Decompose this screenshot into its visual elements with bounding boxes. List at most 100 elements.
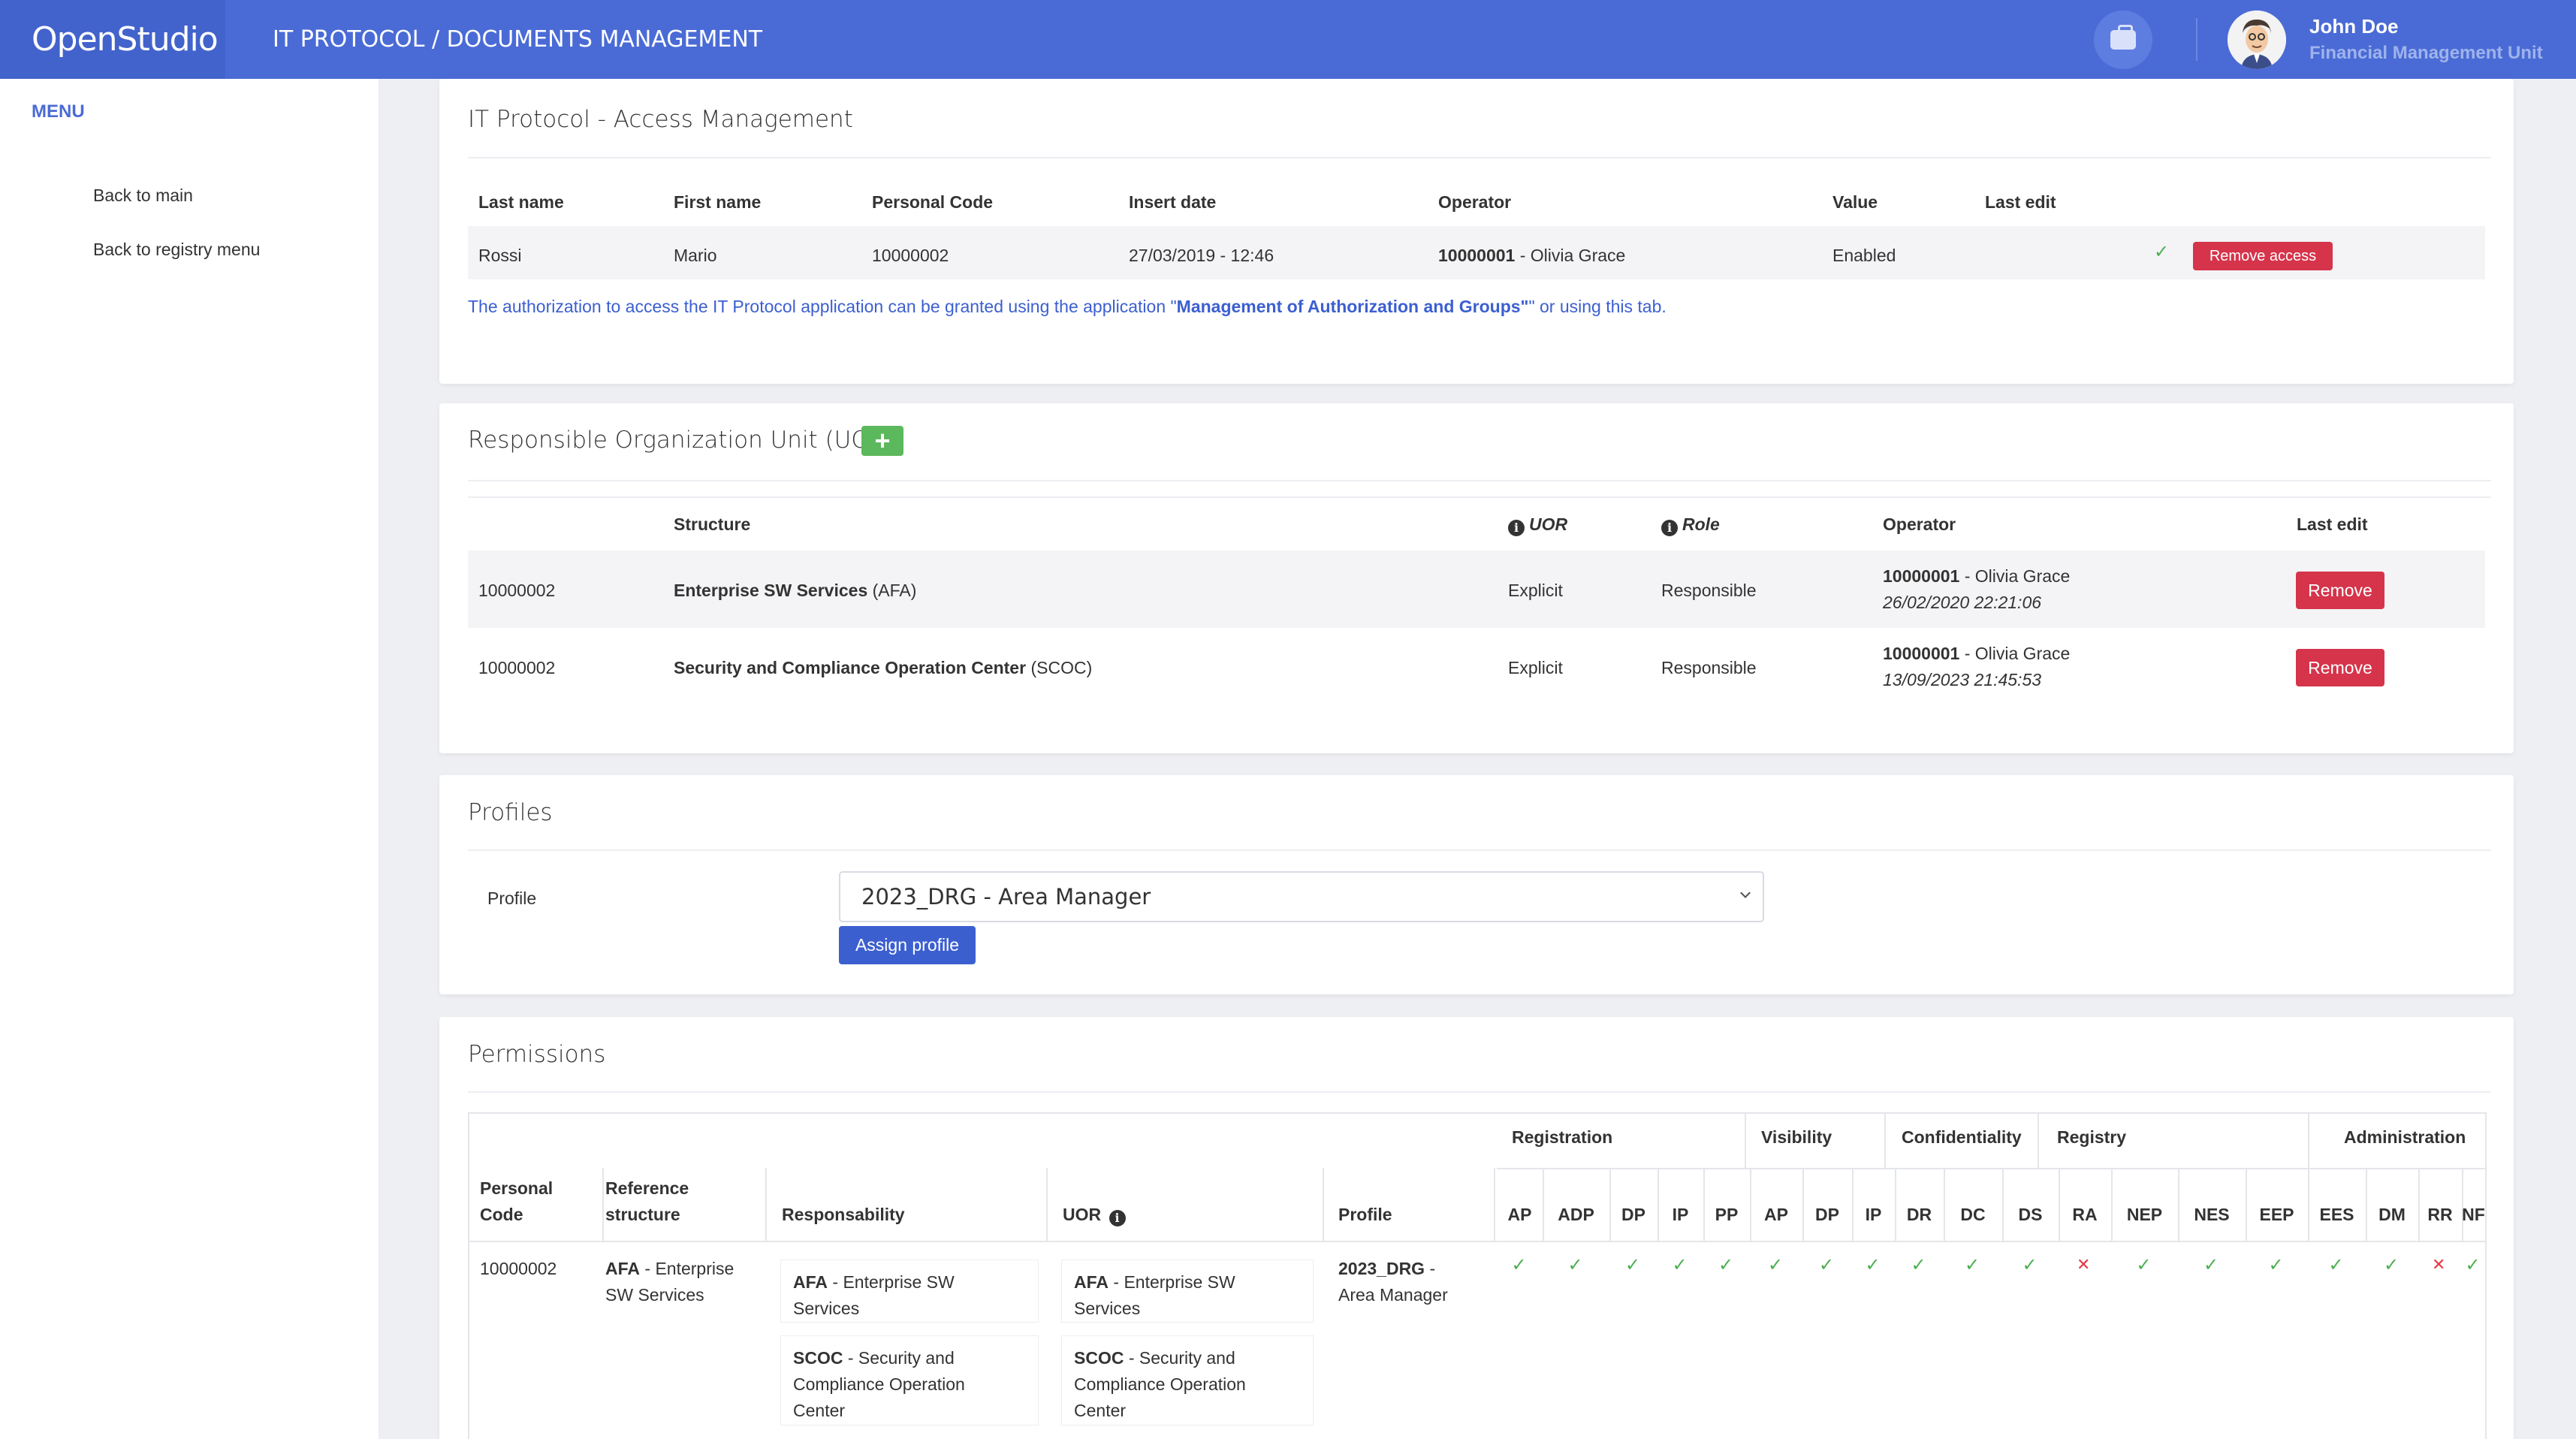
cell-date: 26/02/2020 22:21:06 bbox=[1883, 593, 2042, 612]
table-line bbox=[2038, 1112, 2039, 1168]
check-icon: ✓ bbox=[2154, 241, 2170, 262]
briefcase-button[interactable] bbox=[2094, 11, 2152, 69]
resp-text: - Security and bbox=[843, 1348, 955, 1368]
uor-item: SCOC - Security and Compliance Operation C… bbox=[1061, 1335, 1314, 1425]
sidebar-item-back-to-main[interactable]: Back to main bbox=[93, 186, 193, 206]
note-text-end: " or using this tab. bbox=[1528, 297, 1667, 316]
operator-code: 10000001 bbox=[1883, 644, 1960, 663]
uor-card-title: Responsible Organization Unit (UOR) bbox=[468, 427, 895, 454]
add-uor-button[interactable]: + bbox=[861, 426, 903, 456]
user-unit: Financial Management Unit bbox=[2309, 43, 2543, 63]
profile-select[interactable]: 2023_DRG - Area Manager bbox=[839, 871, 1764, 922]
check-icon: ✓ bbox=[1511, 1254, 1527, 1275]
cell-uor: Explicit bbox=[1508, 658, 1563, 677]
sidebar-item-back-to-registry[interactable]: Back to registry menu bbox=[93, 240, 260, 260]
resp-text: - Enterprise SW bbox=[828, 1272, 955, 1292]
uor-text-3: Center bbox=[1074, 1401, 1127, 1420]
user-name[interactable]: John Doe bbox=[2309, 15, 2398, 38]
header-operator: Operator bbox=[1883, 514, 1956, 534]
access-note: The authorization to access the IT Proto… bbox=[468, 297, 1667, 317]
divider bbox=[468, 480, 2491, 481]
info-icon[interactable]: i bbox=[1109, 1210, 1126, 1226]
cell-reference: AFA - Enterprise bbox=[605, 1259, 734, 1279]
resp-text-3: Center bbox=[793, 1401, 846, 1420]
permission-code-header: NEP bbox=[2126, 1205, 2163, 1224]
structure-abbr: (SCOC) bbox=[1026, 658, 1093, 677]
cell-code: 10000002 bbox=[478, 581, 556, 600]
check-icon: ✓ bbox=[1911, 1254, 1926, 1275]
header-role: i Role bbox=[1661, 514, 1720, 536]
info-icon[interactable]: i bbox=[1661, 520, 1678, 536]
resp-text-2: Services bbox=[793, 1299, 860, 1318]
permission-code-header: EES bbox=[2319, 1205, 2354, 1224]
check-icon: ✓ bbox=[1718, 1254, 1734, 1275]
check-icon: ✓ bbox=[2022, 1254, 2038, 1275]
group-confidentiality: Confidentiality bbox=[1902, 1127, 2022, 1147]
header-responsability: Responsability bbox=[782, 1205, 905, 1224]
cell-reference-line2: SW Services bbox=[605, 1285, 704, 1305]
header-uor-label: UOR bbox=[1529, 514, 1568, 534]
header-personal-code-1: Personal bbox=[480, 1178, 554, 1198]
header-reference-2: structure bbox=[605, 1205, 680, 1224]
operator-name: - Olivia Grace bbox=[1515, 246, 1626, 265]
assign-profile-button[interactable]: Assign profile bbox=[839, 926, 976, 964]
permission-code-header: DC bbox=[1960, 1205, 1986, 1224]
permission-code-header: AP bbox=[1507, 1205, 1532, 1224]
chevron-down-icon bbox=[1740, 888, 1751, 898]
reference-abbr: AFA bbox=[605, 1259, 640, 1278]
menu-title: MENU bbox=[32, 101, 85, 122]
access-management-card: IT Protocol - Access Management Last nam… bbox=[439, 79, 2514, 384]
operator-name: - Olivia Grace bbox=[1959, 644, 2071, 663]
profile-label: Profile bbox=[487, 888, 537, 908]
profiles-card-title: Profiles bbox=[468, 799, 553, 826]
header-last-name: Last name bbox=[478, 192, 564, 212]
resp-text-2: Compliance Operation bbox=[793, 1374, 965, 1394]
uor-text-2: Services bbox=[1074, 1299, 1141, 1318]
note-link[interactable]: Management of Authorization and Groups" bbox=[1177, 297, 1529, 316]
table-line bbox=[1323, 1168, 1324, 1241]
brand-logo[interactable]: OpenStudio bbox=[0, 0, 225, 79]
cell-operator: 10000001 - Olivia Grace bbox=[1438, 246, 1625, 266]
table-top-line bbox=[468, 496, 2491, 498]
permission-code-header: NF bbox=[2462, 1205, 2485, 1224]
check-icon: ✓ bbox=[1567, 1254, 1583, 1275]
cell-first-name: Mario bbox=[674, 246, 717, 265]
sidebar: MENU Back to main Back to registry menu bbox=[0, 79, 379, 1439]
profile-select-value: 2023_DRG - Area Manager bbox=[861, 884, 1151, 910]
remove-access-button[interactable]: Remove access bbox=[2193, 242, 2333, 270]
cell-insert-date: 27/03/2019 - 12:46 bbox=[1129, 246, 1274, 265]
remove-button[interactable]: Remove bbox=[2296, 649, 2384, 686]
structure-name: Security and Compliance Operation Center bbox=[674, 658, 1027, 677]
header-uor-label: UOR bbox=[1063, 1205, 1102, 1224]
avatar[interactable] bbox=[2228, 11, 2286, 69]
cell-personal-code: 10000002 bbox=[872, 246, 949, 265]
structure-name: Enterprise SW Services bbox=[674, 581, 868, 600]
uor-item: AFA - Enterprise SW Services bbox=[1061, 1260, 1314, 1323]
permission-code-header: EEP bbox=[2259, 1205, 2294, 1224]
header-value: Value bbox=[1832, 192, 1878, 212]
table-line bbox=[468, 1241, 2485, 1242]
header-last-edit: Last edit bbox=[1985, 192, 2056, 212]
remove-button[interactable]: Remove bbox=[2296, 572, 2384, 609]
info-icon[interactable]: i bbox=[1508, 520, 1525, 536]
header-role-label: Role bbox=[1682, 514, 1720, 534]
top-bar: OpenStudio IT PROTOCOL / DOCUMENTS MANAG… bbox=[0, 0, 2576, 79]
table-line bbox=[1884, 1112, 1886, 1168]
profile-code: 2023_DRG bbox=[1338, 1259, 1425, 1278]
cell-role: Responsible bbox=[1661, 658, 1757, 677]
header-last-edit: Last edit bbox=[2297, 514, 2368, 534]
header-profile: Profile bbox=[1338, 1205, 1392, 1224]
table-line bbox=[468, 1112, 2485, 1114]
operator-code: 10000001 bbox=[1438, 246, 1516, 265]
check-icon: ✓ bbox=[1768, 1254, 1784, 1275]
cross-icon: ✕ bbox=[2432, 1256, 2446, 1275]
permissions-card: Permissions Registration Visibility Conf… bbox=[439, 1017, 2514, 1439]
operator-name: - Olivia Grace bbox=[1959, 566, 2071, 586]
check-icon: ✓ bbox=[1965, 1254, 1980, 1275]
check-icon: ✓ bbox=[1819, 1254, 1835, 1275]
note-text: The authorization to access the IT Proto… bbox=[468, 297, 1177, 316]
cell-date: 13/09/2023 21:45:53 bbox=[1883, 670, 2042, 689]
group-administration: Administration bbox=[2344, 1127, 2466, 1147]
table-line bbox=[1046, 1168, 1048, 1241]
divider bbox=[468, 1091, 2491, 1093]
